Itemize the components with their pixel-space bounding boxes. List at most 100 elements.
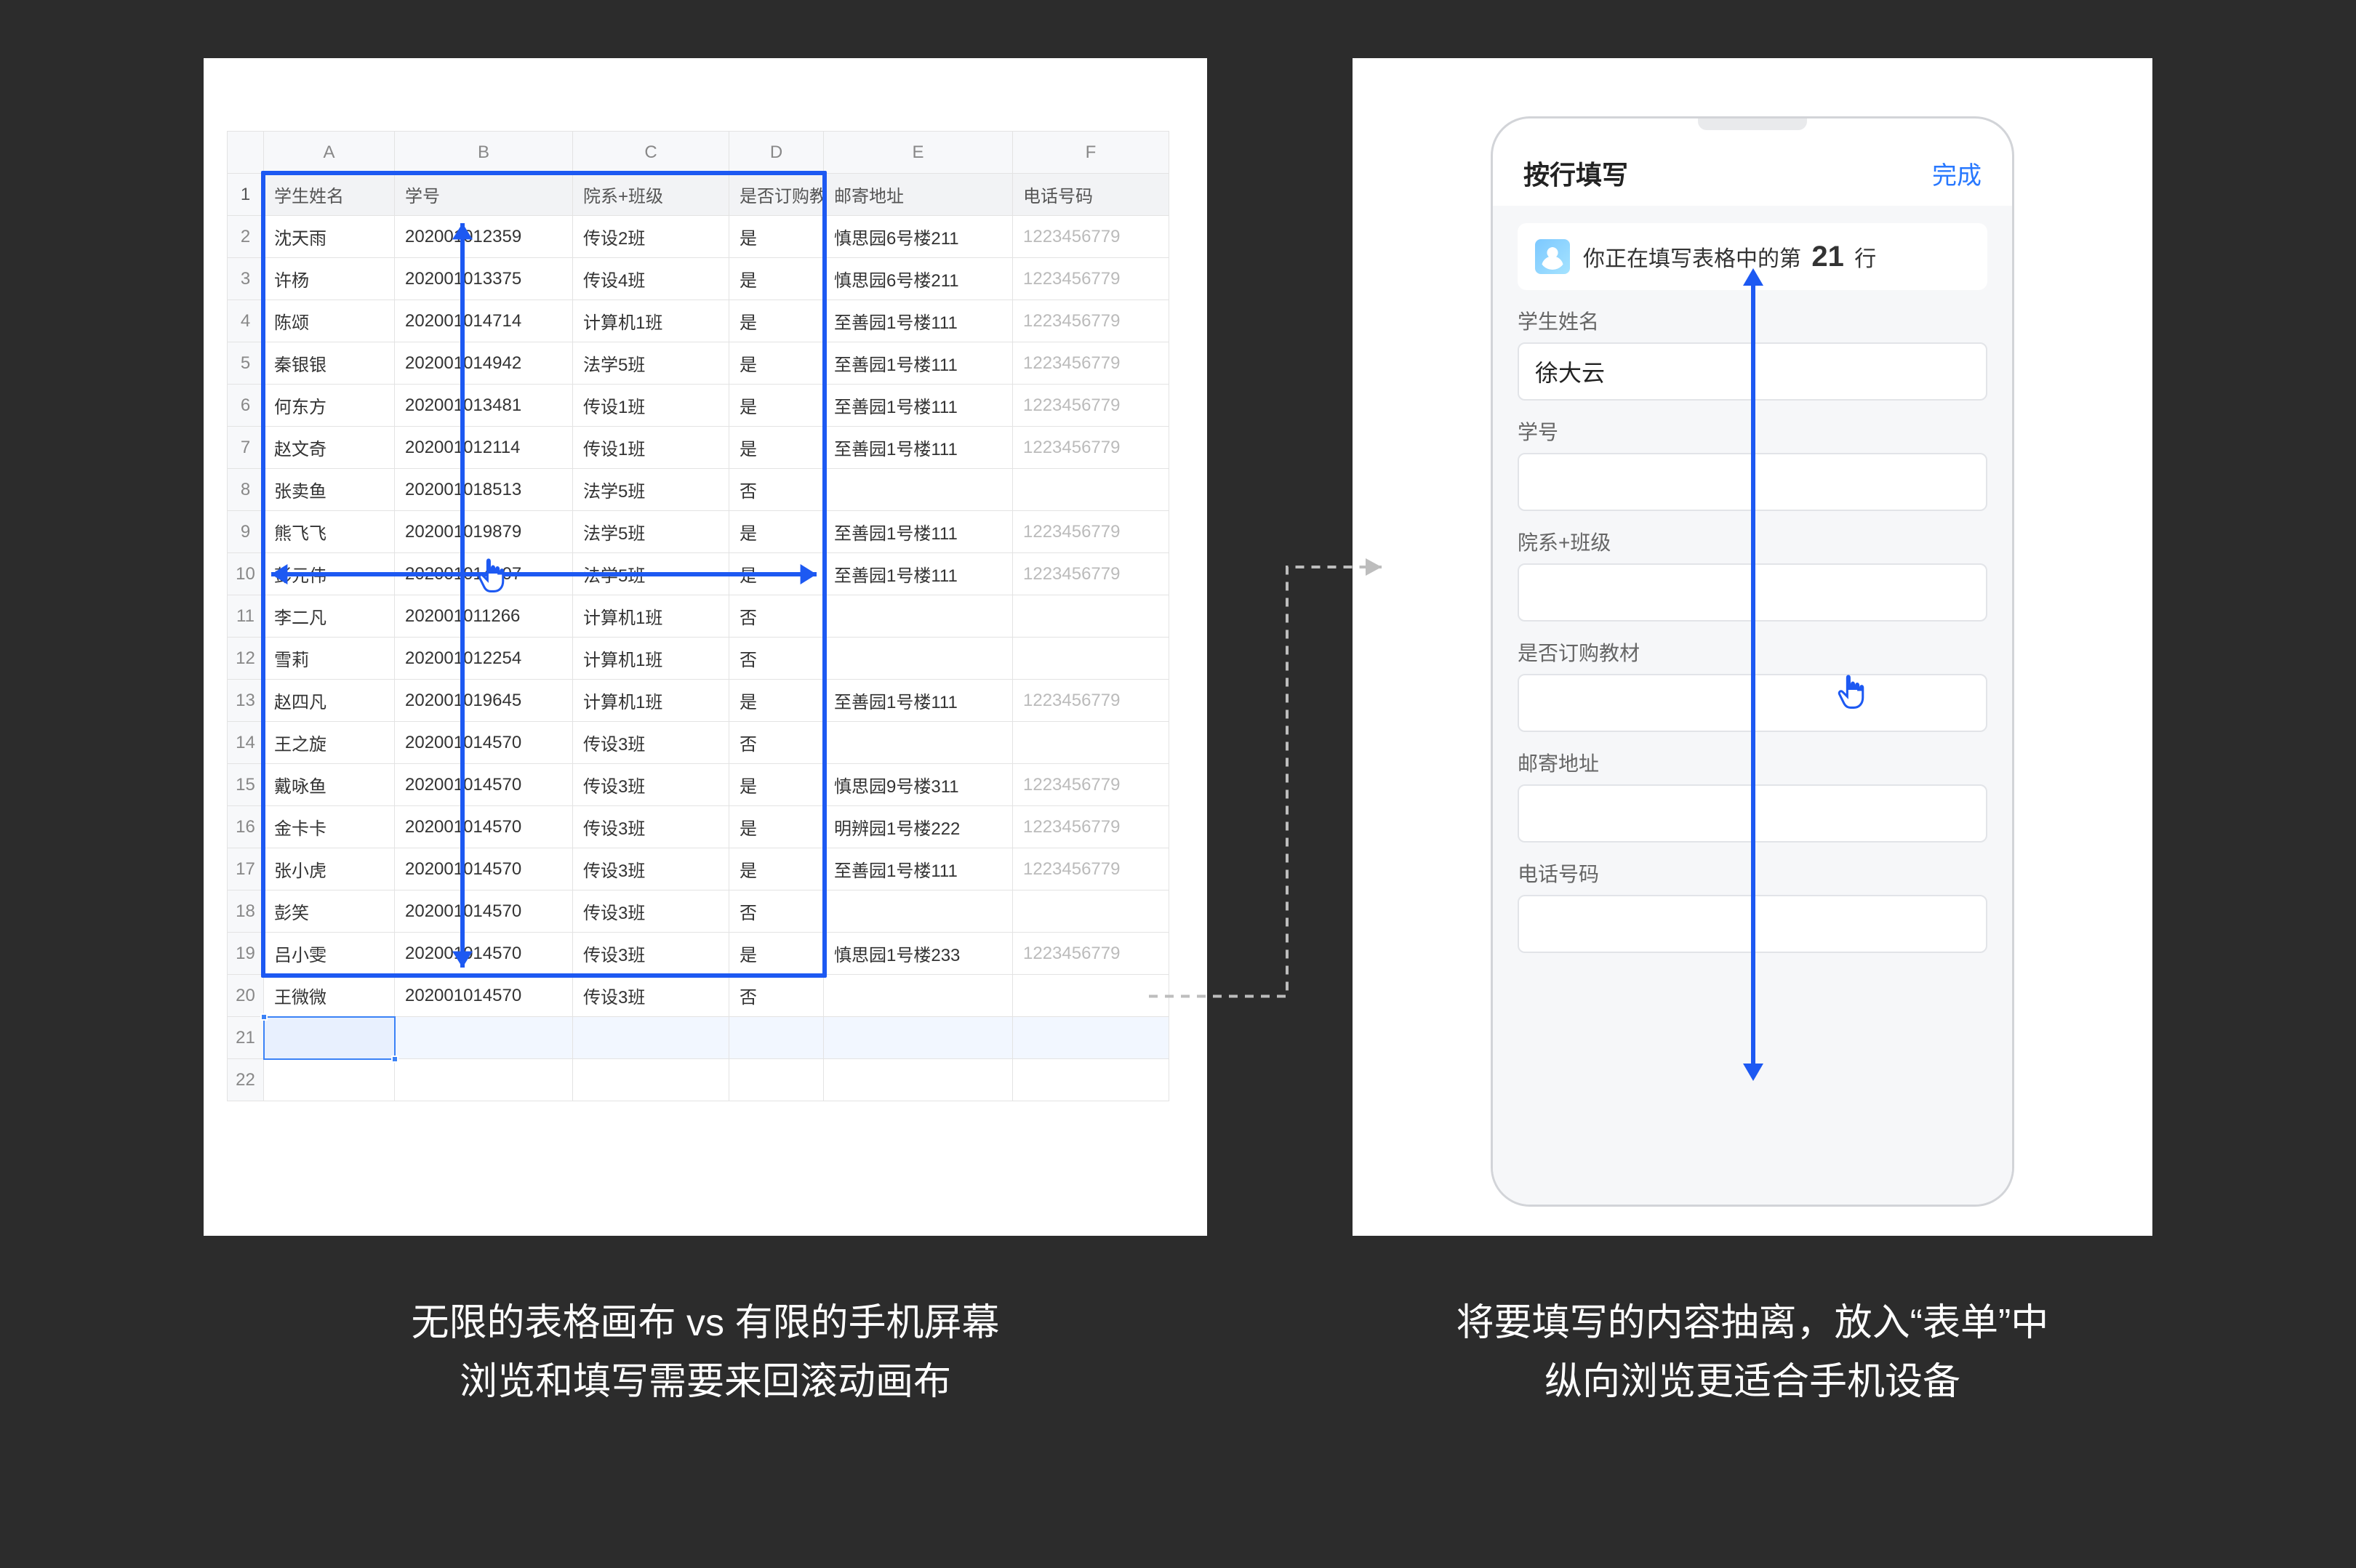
cell[interactable]: 赵四凡 — [264, 680, 395, 722]
cell[interactable]: 法学5班 — [573, 553, 729, 595]
cell[interactable]: 传设3班 — [573, 848, 729, 890]
cell[interactable]: 许杨 — [264, 258, 395, 300]
header-cell[interactable]: 是否订购教材 — [729, 174, 824, 216]
column-letter-e[interactable]: E — [824, 132, 1013, 174]
field-input[interactable] — [1518, 784, 1987, 843]
cell[interactable]: 否 — [729, 595, 824, 638]
cell[interactable] — [1013, 638, 1169, 680]
cell[interactable]: 吕小雯 — [264, 933, 395, 975]
cell[interactable]: 传设3班 — [573, 722, 729, 764]
row-number[interactable]: 1 — [228, 174, 264, 216]
cell[interactable]: 慎思园9号楼311 — [824, 764, 1013, 806]
row-number[interactable]: 14 — [228, 722, 264, 764]
cell[interactable]: 至善园1号楼111 — [824, 427, 1013, 469]
cell[interactable]: 彭笑 — [264, 890, 395, 933]
cell[interactable] — [729, 1017, 824, 1059]
cell[interactable]: 202001014570 — [395, 975, 573, 1017]
cell[interactable]: 慎思园6号楼211 — [824, 216, 1013, 258]
cell[interactable]: 1223456779 — [1013, 385, 1169, 427]
column-letter-f[interactable]: F — [1013, 132, 1169, 174]
field-input[interactable] — [1518, 453, 1987, 511]
cell[interactable]: 金卡卡 — [264, 806, 395, 848]
cell[interactable] — [395, 1017, 573, 1059]
cell[interactable]: 202001014570 — [395, 806, 573, 848]
cell[interactable]: 传设4班 — [573, 258, 729, 300]
cell[interactable]: 1223456779 — [1013, 764, 1169, 806]
cell[interactable]: 何东方 — [264, 385, 395, 427]
cell[interactable] — [824, 1059, 1013, 1101]
cell[interactable]: 202001014570 — [395, 848, 573, 890]
cell[interactable]: 王之旋 — [264, 722, 395, 764]
cell[interactable]: 赵文奇 — [264, 427, 395, 469]
row-number[interactable]: 12 — [228, 638, 264, 680]
cell[interactable]: 202001012359 — [395, 216, 573, 258]
cell[interactable]: 1223456779 — [1013, 848, 1169, 890]
cell[interactable] — [1013, 1017, 1169, 1059]
cell[interactable]: 秦银银 — [264, 342, 395, 385]
cell[interactable]: 是 — [729, 848, 824, 890]
cell[interactable]: 202001012114 — [395, 427, 573, 469]
cell[interactable]: 是 — [729, 258, 824, 300]
row-number[interactable]: 6 — [228, 385, 264, 427]
row-number[interactable]: 17 — [228, 848, 264, 890]
cell[interactable]: 至善园1号楼111 — [824, 511, 1013, 553]
column-letter-d[interactable]: D — [729, 132, 824, 174]
cell[interactable]: 否 — [729, 975, 824, 1017]
cell[interactable]: 彭元伟 — [264, 553, 395, 595]
cell[interactable]: 慎思园6号楼211 — [824, 258, 1013, 300]
header-cell[interactable]: 院系+班级 — [573, 174, 729, 216]
cell[interactable] — [1013, 595, 1169, 638]
cell[interactable]: 1223456779 — [1013, 680, 1169, 722]
cell[interactable]: 202001018513 — [395, 469, 573, 511]
cell[interactable] — [573, 1017, 729, 1059]
row-number[interactable]: 9 — [228, 511, 264, 553]
cell[interactable]: 202001019879 — [395, 511, 573, 553]
row-number[interactable]: 20 — [228, 975, 264, 1017]
row-number[interactable]: 15 — [228, 764, 264, 806]
cell[interactable]: 计算机1班 — [573, 680, 729, 722]
cell[interactable] — [824, 638, 1013, 680]
field-input[interactable] — [1518, 563, 1987, 622]
cell[interactable]: 传设3班 — [573, 933, 729, 975]
row-number[interactable]: 5 — [228, 342, 264, 385]
cell[interactable]: 至善园1号楼111 — [824, 342, 1013, 385]
cell[interactable]: 王微微 — [264, 975, 395, 1017]
header-cell[interactable]: 邮寄地址 — [824, 174, 1013, 216]
cell[interactable]: 是 — [729, 427, 824, 469]
row-number[interactable]: 10 — [228, 553, 264, 595]
cell[interactable] — [824, 722, 1013, 764]
cell[interactable]: 是 — [729, 680, 824, 722]
cell[interactable]: 是 — [729, 764, 824, 806]
row-number[interactable]: 11 — [228, 595, 264, 638]
cell[interactable]: 明辨园1号楼222 — [824, 806, 1013, 848]
cell[interactable]: 否 — [729, 722, 824, 764]
field-input[interactable] — [1518, 674, 1987, 732]
row-number[interactable]: 18 — [228, 890, 264, 933]
row-number[interactable]: 2 — [228, 216, 264, 258]
header-cell[interactable]: 电话号码 — [1013, 174, 1169, 216]
done-button[interactable]: 完成 — [1932, 156, 1982, 191]
cell[interactable]: 是 — [729, 216, 824, 258]
cell[interactable]: 至善园1号楼111 — [824, 848, 1013, 890]
cell[interactable]: 张卖鱼 — [264, 469, 395, 511]
cell[interactable]: 戴咏鱼 — [264, 764, 395, 806]
cell[interactable]: 202001013375 — [395, 258, 573, 300]
cell[interactable]: 否 — [729, 638, 824, 680]
cell[interactable]: 是 — [729, 933, 824, 975]
cell[interactable]: 1223456779 — [1013, 511, 1169, 553]
header-cell[interactable]: 学生姓名 — [264, 174, 395, 216]
cell[interactable]: 是 — [729, 300, 824, 342]
cell[interactable]: 202001014942 — [395, 342, 573, 385]
cell[interactable]: 熊飞飞 — [264, 511, 395, 553]
cell[interactable]: 沈天雨 — [264, 216, 395, 258]
row-number[interactable]: 13 — [228, 680, 264, 722]
header-cell[interactable]: 学号 — [395, 174, 573, 216]
cell[interactable] — [1013, 975, 1169, 1017]
cell[interactable]: 计算机1班 — [573, 300, 729, 342]
cell[interactable] — [824, 975, 1013, 1017]
cell[interactable]: 传设1班 — [573, 385, 729, 427]
cell[interactable]: 1223456779 — [1013, 553, 1169, 595]
cell[interactable]: 202001019645 — [395, 680, 573, 722]
cell[interactable]: 否 — [729, 469, 824, 511]
cell[interactable]: 1223456779 — [1013, 216, 1169, 258]
